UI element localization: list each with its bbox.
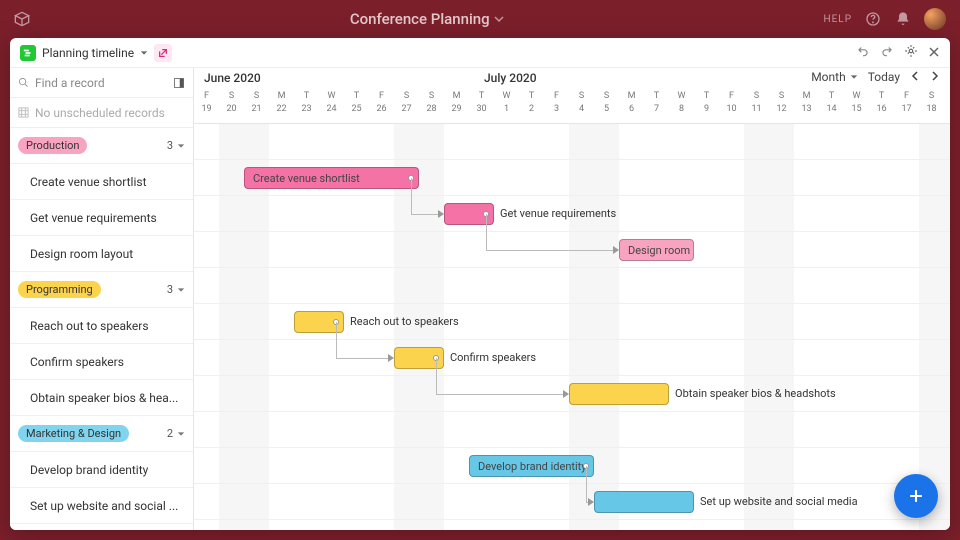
task-row[interactable]: Confirm speakers <box>10 344 193 380</box>
chevron-down-icon <box>494 14 504 24</box>
app-logo-icon <box>14 11 30 27</box>
day-column: S27 <box>394 90 419 116</box>
day-column: S11 <box>744 90 769 116</box>
gantt-bar[interactable] <box>569 383 669 405</box>
gantt-bar-label: Set up website and social media <box>700 491 858 513</box>
month-label: June 2020 <box>204 71 261 85</box>
gantt-bar[interactable]: Create venue shortlist <box>244 167 419 189</box>
day-column: W8 <box>669 90 694 116</box>
grid-icon <box>18 107 29 118</box>
days-header: F19S20S21M22T23W24T25F26S27S28M29T30W1T2… <box>194 90 950 124</box>
unscheduled-records[interactable]: No unscheduled records <box>10 98 193 128</box>
help-icon[interactable] <box>864 10 882 28</box>
day-column: T25 <box>344 90 369 116</box>
search-icon <box>18 77 29 88</box>
months-header: Month Today June 2020 July 2020 <box>194 68 950 90</box>
day-column: T7 <box>644 90 669 116</box>
redo-icon[interactable] <box>880 43 894 62</box>
task-row[interactable]: Create venue shortlist <box>10 164 193 200</box>
task-row[interactable]: Develop brand identity <box>10 452 193 488</box>
month-label: July 2020 <box>484 71 537 85</box>
help-link[interactable]: HELP <box>823 14 852 25</box>
gantt-bar-label: Obtain speaker bios & headshots <box>675 383 836 405</box>
sidebar: Find a record No unscheduled records Pro… <box>10 68 194 530</box>
day-column: T30 <box>469 90 494 116</box>
gantt-bar[interactable]: Develop brand identity <box>469 455 594 477</box>
prev-button[interactable] <box>910 70 920 84</box>
gantt-bar[interactable] <box>594 491 694 513</box>
day-column: T14 <box>819 90 844 116</box>
close-icon[interactable] <box>928 43 940 62</box>
scale-selector[interactable]: Month <box>811 70 857 84</box>
day-column: W15 <box>844 90 869 116</box>
group-header[interactable]: Programming 3 <box>10 272 193 308</box>
group-count[interactable]: 3 <box>167 283 185 296</box>
day-column: T23 <box>294 90 319 116</box>
day-column: T9 <box>694 90 719 116</box>
group-pill: Marketing & Design <box>18 425 129 442</box>
day-column: S18 <box>919 90 944 116</box>
task-row[interactable]: Set up website and social ... <box>10 488 193 524</box>
app-title[interactable]: Conference Planning <box>30 10 823 28</box>
group-pill: Production <box>18 137 87 154</box>
day-column: S21 <box>244 90 269 116</box>
day-column: M29 <box>444 90 469 116</box>
task-row[interactable]: Get venue requirements <box>10 200 193 236</box>
timeline-panel: Planning timeline Find a record No unsch… <box>10 38 950 530</box>
gear-icon[interactable] <box>904 43 918 62</box>
gantt-bar-label: Confirm speakers <box>450 347 536 369</box>
day-column: S5 <box>594 90 619 116</box>
gantt-bar[interactable]: Design room layout <box>619 239 694 261</box>
timeline-view-icon <box>20 45 36 61</box>
group-pill: Programming <box>18 281 101 298</box>
gantt-bar-label: Get venue requirements <box>500 203 616 225</box>
task-row[interactable]: Design room layout <box>10 236 193 272</box>
day-column: F26 <box>369 90 394 116</box>
day-column: S19 <box>944 90 950 116</box>
view-name: Planning timeline <box>42 46 134 60</box>
caret-down-icon <box>850 73 858 81</box>
next-button[interactable] <box>930 70 940 84</box>
day-column: M6 <box>619 90 644 116</box>
today-button[interactable]: Today <box>868 70 900 84</box>
timeline-chart[interactable]: Month Today June 2020 July 2020 F19S20S21… <box>194 68 950 530</box>
panel-header: Planning timeline <box>10 38 950 68</box>
task-row[interactable]: Obtain speaker bios & hea... <box>10 380 193 416</box>
day-column: W24 <box>319 90 344 116</box>
undo-icon[interactable] <box>856 43 870 62</box>
gantt-grid[interactable]: Create venue shortlist Get venue requirem… <box>194 124 950 530</box>
share-view-button[interactable] <box>154 44 172 62</box>
day-column: W1 <box>494 90 519 116</box>
group-count[interactable]: 3 <box>167 139 185 152</box>
day-column: T2 <box>519 90 544 116</box>
day-column: F17 <box>894 90 919 116</box>
day-column: F3 <box>544 90 569 116</box>
group-header[interactable]: Production 3 <box>10 128 193 164</box>
collapse-sidebar-icon[interactable] <box>173 77 185 89</box>
caret-down-icon <box>140 49 148 57</box>
day-column: F10 <box>719 90 744 116</box>
day-column: M22 <box>269 90 294 116</box>
group-header[interactable]: Marketing & Design 2 <box>10 416 193 452</box>
day-column: F19 <box>194 90 219 116</box>
view-switcher[interactable]: Planning timeline <box>20 45 148 61</box>
day-column: S20 <box>219 90 244 116</box>
day-column: S28 <box>419 90 444 116</box>
app-topbar: Conference Planning HELP <box>0 0 960 38</box>
day-column: T16 <box>869 90 894 116</box>
bell-icon[interactable] <box>894 10 912 28</box>
add-record-button[interactable] <box>894 474 938 518</box>
day-column: S4 <box>569 90 594 116</box>
day-column: S12 <box>769 90 794 116</box>
task-row[interactable]: Reach out to speakers <box>10 308 193 344</box>
gantt-bar-label: Reach out to speakers <box>350 311 459 333</box>
day-column: M13 <box>794 90 819 116</box>
group-count[interactable]: 2 <box>167 427 185 440</box>
avatar[interactable] <box>924 8 946 30</box>
search-input[interactable]: Find a record <box>10 68 193 98</box>
